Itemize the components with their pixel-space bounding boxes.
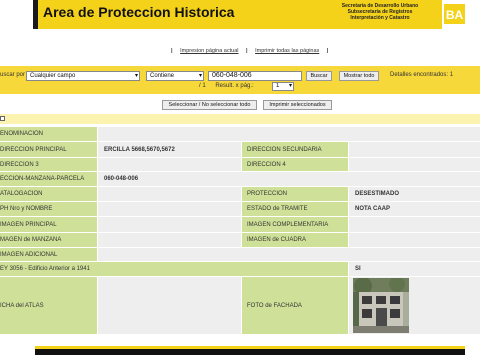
field-value: DESESTIMADO bbox=[349, 187, 480, 201]
field-label: DIRECCION SECUNDARIA bbox=[242, 142, 348, 157]
field-value: ERCILLA 5668,5670,5672 bbox=[98, 142, 241, 157]
search-input[interactable]: 060-048-006 bbox=[208, 71, 302, 81]
field-value: SI bbox=[349, 262, 480, 276]
field-value bbox=[98, 233, 241, 247]
ba-logo: BA bbox=[442, 0, 467, 29]
chevron-down-icon: ▾ bbox=[198, 73, 202, 79]
record-row: IMAGEN PRINCIPAL IMAGEN COMPLEMENTARIA bbox=[0, 217, 480, 232]
field-label: ECCION-MANZANA-PARCELA bbox=[0, 172, 97, 186]
agency-line-3: Interpretación y Catastro bbox=[350, 15, 410, 21]
per-page-select[interactable]: 1 ▾ bbox=[272, 82, 294, 91]
toggle-select-all-button[interactable]: Seleccionar / No seleccionar todo bbox=[162, 100, 257, 110]
field-select-value: Cualquier campo bbox=[30, 73, 76, 79]
field-label: IMAGEN COMPLEMENTARIA bbox=[242, 217, 348, 232]
separator: | bbox=[326, 48, 329, 54]
field-label: PROTECCION bbox=[242, 187, 348, 201]
record-row: MAGEN de MANZANA IMAGEN de CUADRA bbox=[0, 233, 480, 247]
agency-text: Secretaría de Desarrollo Urbano Subsecre… bbox=[337, 3, 423, 21]
field-label: MAGEN de MANZANA bbox=[0, 233, 97, 247]
footer-bar bbox=[35, 346, 465, 355]
per-page-value: 1 bbox=[276, 83, 280, 89]
selection-strip bbox=[0, 114, 480, 124]
print-selected-button[interactable]: Imprimir seleccionados bbox=[263, 100, 332, 110]
logo-text: BA bbox=[446, 8, 464, 22]
field-value bbox=[349, 158, 480, 171]
separator: | bbox=[171, 48, 173, 54]
record-row: EY 3056 - Edificio Anterior a 1941 SI bbox=[0, 262, 480, 276]
field-label: ESTADO de TRAMITE bbox=[242, 202, 348, 216]
field-label: ENOMINACION bbox=[0, 127, 97, 141]
select-record-checkbox[interactable] bbox=[0, 116, 5, 121]
show-all-button[interactable]: Mostrar todo bbox=[339, 71, 379, 81]
field-value bbox=[349, 217, 480, 232]
results-count: Detalles encontrados: 1 bbox=[390, 72, 454, 78]
print-page-link[interactable]: Impresion página actual bbox=[180, 48, 238, 54]
facade-photo-image bbox=[353, 278, 409, 333]
field-label: EY 3056 - Edificio Anterior a 1941 bbox=[0, 262, 348, 276]
field-value: NOTA CAAP bbox=[349, 202, 480, 216]
operator-select[interactable]: Contiene ▾ bbox=[146, 71, 204, 81]
field-label: DIRECCION 3 bbox=[0, 158, 97, 171]
search-by-label: uscar por bbox=[0, 72, 26, 78]
ba-logo-icon: BA bbox=[444, 4, 465, 24]
print-all-link[interactable]: Imprimir todas las páginas bbox=[255, 48, 319, 54]
record-row: ECCION-MANZANA-PARCELA 060-048-006 bbox=[0, 172, 480, 186]
page-total: / 1 bbox=[199, 83, 206, 89]
field-label: ATALOGACION bbox=[0, 187, 97, 201]
chevron-down-icon: ▾ bbox=[288, 83, 292, 89]
print-links: | Impresion página actual | Imprimir tod… bbox=[165, 48, 334, 54]
footer-accent bbox=[35, 346, 465, 349]
per-page-label: Result. x pág.: bbox=[215, 83, 254, 89]
field-value bbox=[349, 142, 480, 157]
field-label: IMAGEN de CUADRA bbox=[242, 233, 348, 247]
pagination: / 1 Result. x pág.: 1 ▾ bbox=[199, 82, 294, 91]
field-select[interactable]: Cualquier campo ▾ bbox=[26, 71, 140, 81]
field-value: 060-048-006 bbox=[98, 172, 480, 186]
field-value bbox=[98, 248, 480, 261]
field-value bbox=[98, 187, 241, 201]
facade-photo[interactable] bbox=[353, 278, 409, 333]
record-row: ENOMINACION bbox=[0, 127, 480, 141]
field-label: ICHA del ATLAS bbox=[0, 277, 97, 334]
operator-select-value: Contiene bbox=[150, 73, 175, 79]
field-label: DIRECCION PRINCIPAL bbox=[0, 142, 97, 157]
field-value bbox=[349, 233, 480, 247]
page-title: Area de Proteccion Historica bbox=[43, 4, 235, 20]
field-value bbox=[98, 202, 241, 216]
field-value bbox=[98, 277, 241, 334]
field-label: IMAGEN ADICIONAL bbox=[0, 248, 97, 261]
field-label: IMAGEN PRINCIPAL bbox=[0, 217, 97, 232]
field-value bbox=[98, 217, 241, 232]
record-row: PH Nro y NOMBRE ESTADO de TRAMITE NOTA C… bbox=[0, 202, 480, 216]
separator: | bbox=[246, 48, 248, 54]
field-label: PH Nro y NOMBRE bbox=[0, 202, 97, 216]
field-label: FOTO de FACHADA bbox=[242, 277, 348, 334]
chevron-down-icon: ▾ bbox=[134, 73, 138, 79]
search-bar: uscar por Cualquier campo ▾ Contiene ▾ 0… bbox=[0, 66, 480, 94]
banner-edge bbox=[33, 0, 38, 29]
field-value bbox=[98, 158, 241, 171]
search-button[interactable]: Buscar bbox=[306, 71, 332, 81]
field-value bbox=[98, 127, 480, 141]
record-row: IMAGEN ADICIONAL bbox=[0, 248, 480, 261]
header-banner: Area de Proteccion Historica Secretaría … bbox=[33, 0, 467, 29]
record-row: DIRECCION 3 DIRECCION 4 bbox=[0, 158, 480, 171]
record-row: ATALOGACION PROTECCION DESESTIMADO bbox=[0, 187, 480, 201]
field-label: DIRECCION 4 bbox=[242, 158, 348, 171]
record-row: DIRECCION PRINCIPAL ERCILLA 5668,5670,56… bbox=[0, 142, 480, 157]
